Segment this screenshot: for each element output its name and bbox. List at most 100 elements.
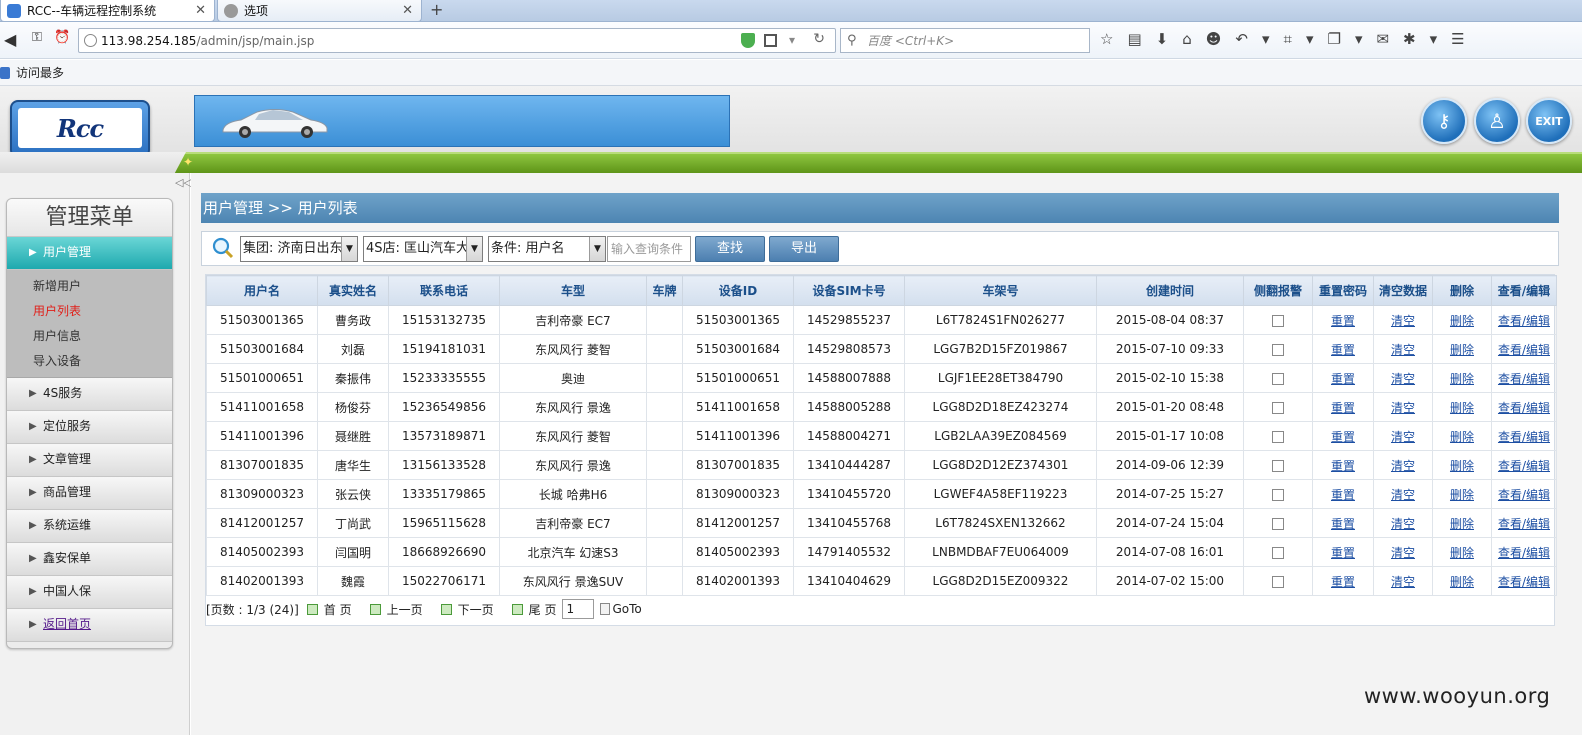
menu-icon[interactable]: ☰ [1451,30,1464,48]
view-edit-link[interactable]: 查看/编辑 [1498,488,1550,502]
home-icon[interactable]: ⌂ [1182,30,1192,48]
reset-password-link[interactable]: 重置 [1331,459,1355,473]
qr-code-icon[interactable] [764,34,777,47]
rollover-alarm-checkbox[interactable] [1272,517,1284,530]
first-page-icon[interactable] [306,603,318,615]
collapse-sidebar-icon[interactable]: ◁◁ [175,176,192,189]
sidebar-item-product-management[interactable]: ▶ 商品管理 [7,477,172,510]
find-button[interactable]: 查找 [695,236,765,262]
submenu-user-list[interactable]: 用户列表 [7,299,172,324]
back-icon[interactable]: ◀ [4,30,16,49]
submenu-new-user[interactable]: 新增用户 [7,274,172,299]
prev-page-link[interactable]: 上一页 [387,601,423,618]
chat-icon[interactable]: ☻ [1206,30,1222,48]
sidebar-item-article-management[interactable]: ▶ 文章管理 [7,444,172,477]
new-tab-icon[interactable]: + [430,0,443,19]
submenu-import-device[interactable]: 导入设备 [7,349,172,374]
next-page-icon[interactable] [440,603,452,615]
reset-password-link[interactable]: 重置 [1331,314,1355,328]
page-number-input[interactable]: 1 [562,599,595,619]
clear-data-link[interactable]: 清空 [1391,546,1415,560]
view-edit-link[interactable]: 查看/编辑 [1498,546,1550,560]
chevron-down-icon[interactable]: ▾ [1355,30,1363,48]
page-icon[interactable]: ❐ [1327,30,1340,48]
sidebar-item-user-management[interactable]: ▶ 用户管理 [7,237,172,270]
rollover-alarm-checkbox[interactable] [1272,401,1284,414]
clear-data-link[interactable]: 清空 [1391,488,1415,502]
rollover-alarm-checkbox[interactable] [1272,314,1284,327]
rollover-alarm-checkbox[interactable] [1272,488,1284,501]
clear-data-link[interactable]: 清空 [1391,430,1415,444]
delete-link[interactable]: 删除 [1450,488,1474,502]
clear-data-link[interactable]: 清空 [1391,314,1415,328]
reset-password-link[interactable]: 重置 [1331,575,1355,589]
reload-icon[interactable]: ↻ [813,31,825,47]
undo-icon[interactable]: ↶ [1235,30,1248,48]
clear-data-link[interactable]: 清空 [1391,343,1415,357]
view-edit-link[interactable]: 查看/编辑 [1498,517,1550,531]
clipboard-icon[interactable]: ▤ [1127,30,1141,48]
reset-password-link[interactable]: 重置 [1331,430,1355,444]
clear-data-link[interactable]: 清空 [1391,459,1415,473]
last-page-link[interactable]: 尾 页 [529,601,557,618]
delete-link[interactable]: 删除 [1450,575,1474,589]
prev-page-icon[interactable] [369,603,381,615]
clear-data-link[interactable]: 清空 [1391,401,1415,415]
sidebar-item-picc[interactable]: ▶ 中国人保 [7,576,172,609]
sidebar-item-xinan-policy[interactable]: ▶ 鑫安保单 [7,543,172,576]
key-icon[interactable]: ⚿ [32,30,42,45]
reset-password-link[interactable]: 重置 [1331,488,1355,502]
chevron-down-icon[interactable]: ▾ [1262,30,1270,48]
group-select[interactable]: 集团: 济南日出东 ▼ [240,236,358,262]
delete-link[interactable]: 删除 [1450,430,1474,444]
clear-data-link[interactable]: 清空 [1391,517,1415,531]
reset-password-link[interactable]: 重置 [1331,546,1355,560]
chevron-down-icon[interactable]: ▾ [1430,30,1438,48]
delete-link[interactable]: 删除 [1450,372,1474,386]
view-edit-link[interactable]: 查看/编辑 [1498,575,1550,589]
delete-link[interactable]: 删除 [1450,459,1474,473]
clear-data-link[interactable]: 清空 [1391,372,1415,386]
next-page-link[interactable]: 下一页 [458,601,494,618]
sidebar-item-label[interactable]: 返回首页 [43,617,91,631]
exit-button[interactable]: EXIT [1526,98,1572,144]
export-button[interactable]: 导出 [769,236,839,262]
sidebar-item-system-ops[interactable]: ▶ 系统运维 [7,510,172,543]
chevron-down-icon[interactable]: ▾ [789,33,795,47]
rollover-alarm-checkbox[interactable] [1272,575,1284,588]
chevron-down-icon[interactable]: ▾ [1306,30,1314,48]
reset-password-link[interactable]: 重置 [1331,343,1355,357]
user-button[interactable]: ♙ [1474,98,1520,144]
view-edit-link[interactable]: 查看/编辑 [1498,430,1550,444]
alarm-icon[interactable]: ⏰ [54,30,70,45]
address-bar[interactable]: 113.98.254.185/admin/jsp/main.jsp ▾ ↻ [78,28,836,53]
submenu-user-info[interactable]: 用户信息 [7,324,172,349]
reset-password-link[interactable]: 重置 [1331,372,1355,386]
reset-password-link[interactable]: 重置 [1331,517,1355,531]
reset-password-link[interactable]: 重置 [1331,401,1355,415]
delete-link[interactable]: 删除 [1450,314,1474,328]
tab-rcc[interactable]: RCC--车辆远程控制系统 ✕ [0,0,215,22]
delete-link[interactable]: 删除 [1450,546,1474,560]
rollover-alarm-checkbox[interactable] [1272,546,1284,559]
delete-link[interactable]: 删除 [1450,401,1474,415]
search-input[interactable]: ⚲ 百度 <Ctrl+K> [840,28,1090,53]
view-edit-link[interactable]: 查看/编辑 [1498,343,1550,357]
clear-data-link[interactable]: 清空 [1391,575,1415,589]
sidebar-item-location-service[interactable]: ▶ 定位服务 [7,411,172,444]
rollover-alarm-checkbox[interactable] [1272,459,1284,472]
rollover-alarm-checkbox[interactable] [1272,343,1284,356]
shop-select[interactable]: 4S店: 匡山汽车大 ▼ [363,236,483,262]
crop-icon[interactable]: ⌗ [1284,30,1292,48]
view-edit-link[interactable]: 查看/编辑 [1498,401,1550,415]
delete-link[interactable]: 删除 [1450,517,1474,531]
rollover-alarm-checkbox[interactable] [1272,372,1284,385]
bookmark-most-visited[interactable]: 访问最多 [16,64,64,81]
close-tab-icon[interactable]: ✕ [402,3,413,18]
first-page-link[interactable]: 首 页 [324,601,352,618]
condition-select[interactable]: 条件: 用户名 ▼ [488,236,606,262]
rollover-alarm-checkbox[interactable] [1272,430,1284,443]
delete-link[interactable]: 删除 [1450,343,1474,357]
comment-icon[interactable]: ✉ [1376,30,1389,48]
key-button[interactable]: ⚷ [1421,98,1467,144]
